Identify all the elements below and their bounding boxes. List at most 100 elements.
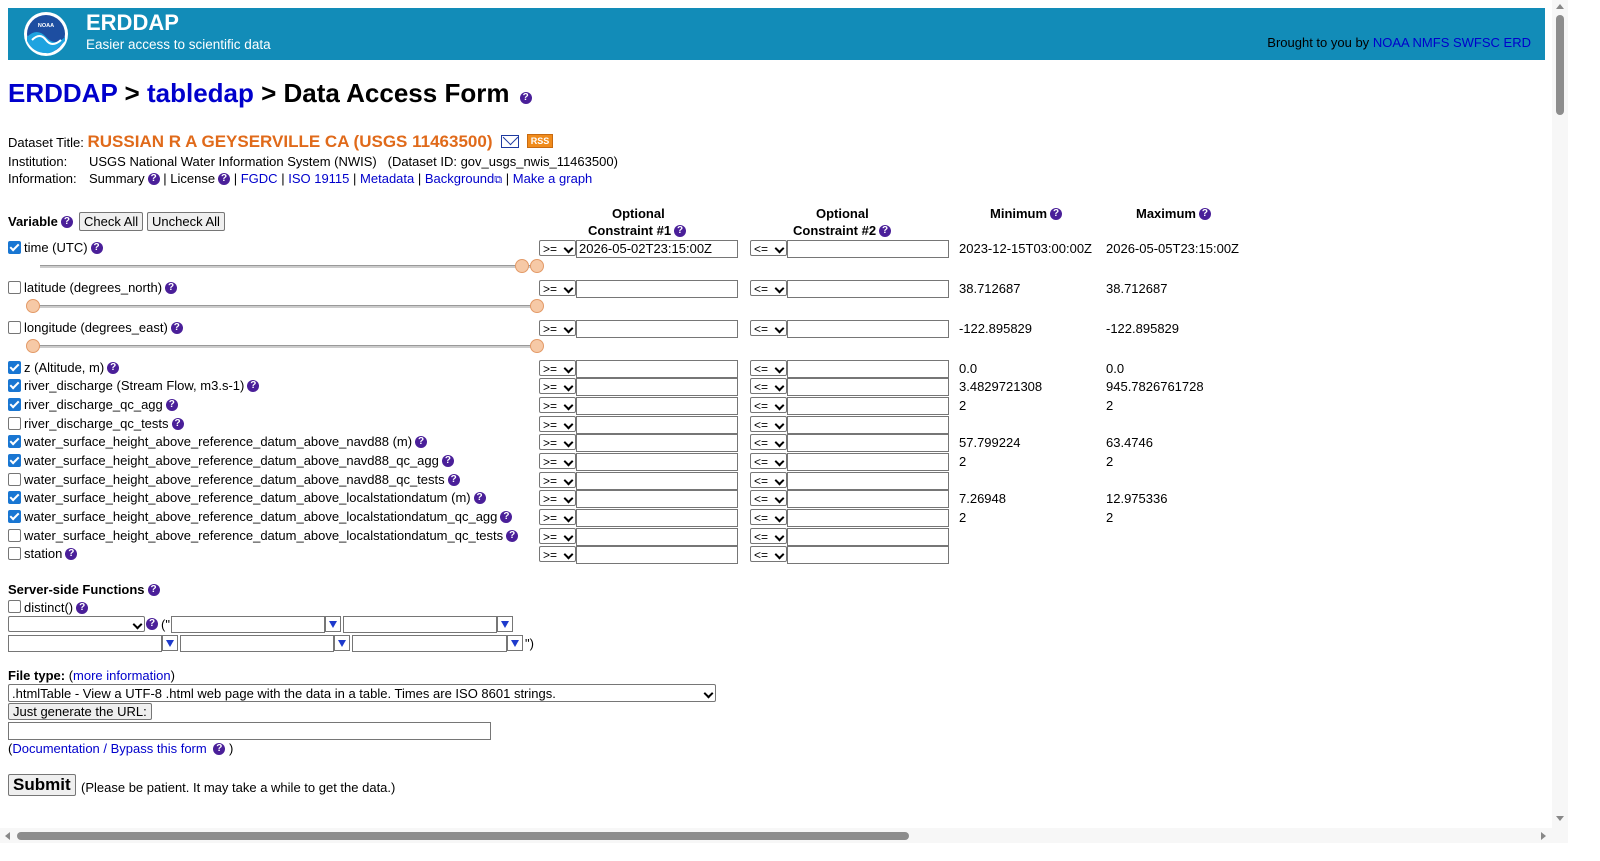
constraint2-input[interactable] [787,360,949,378]
orderby-var3-input[interactable] [8,635,162,652]
constraint2-input[interactable] [787,509,949,527]
metadata-link[interactable]: Metadata [360,171,414,186]
constraint1-operator-select[interactable]: >= [539,528,576,544]
orderby-select[interactable] [8,616,145,632]
constraint1-input[interactable] [576,509,738,527]
constraint2-operator-select[interactable]: <= [750,397,787,413]
fgdc-link[interactable]: FGDC [241,171,278,186]
latitude-slider-handle-min[interactable] [26,299,40,313]
constraint1-operator-select[interactable]: >= [539,320,576,336]
check-all-button[interactable]: Check All [79,212,144,231]
variable-checkbox[interactable] [8,379,21,392]
variable-checkbox[interactable] [8,241,21,254]
variable-help-icon[interactable]: ? [441,455,454,467]
variable-checkbox[interactable] [8,491,21,504]
orderby-var4-dropdown[interactable] [334,635,350,651]
variable-help-icon[interactable]: ? [473,492,486,504]
constraint2-input[interactable] [787,240,949,258]
breadcrumb-tabledap[interactable]: tabledap [147,78,254,108]
constraint2-input[interactable] [787,546,949,564]
variable-checkbox[interactable] [8,417,21,430]
constraint1-operator-select[interactable]: >= [539,360,576,376]
constraint2-operator-select[interactable]: <= [750,378,787,394]
uncheck-all-button[interactable]: Uncheck All [147,212,225,231]
help-icon[interactable]: ? [519,92,532,104]
constraint1-operator-select[interactable]: >= [539,472,576,488]
scroll-down-icon[interactable] [1556,816,1564,821]
noaa-logo[interactable]: NOAA [23,11,69,57]
constraint2-input[interactable] [787,280,949,298]
iso-link[interactable]: ISO 19115 [288,171,349,186]
constraint1-input[interactable] [576,360,738,378]
orderby-var1-dropdown[interactable] [325,616,341,632]
time-slider-track[interactable] [40,265,537,268]
documentation-link[interactable]: Documentation / Bypass this form [12,741,206,756]
orderby-help-icon[interactable]: ? [146,618,158,630]
constraint1-operator-select[interactable]: >= [539,240,576,256]
constraint1-operator-select[interactable]: >= [539,509,576,525]
variable-help-icon[interactable]: ? [171,418,184,430]
variable-checkbox[interactable] [8,281,21,294]
variable-checkbox[interactable] [8,547,21,560]
constraint2-operator-select[interactable]: <= [750,490,787,506]
constraint2-operator-select[interactable]: <= [750,509,787,525]
constraint1-operator-select[interactable]: >= [539,546,576,562]
constraint1-input[interactable] [576,472,738,490]
constraint1-operator-select[interactable]: >= [539,434,576,450]
variable-help-icon[interactable]: ? [165,399,178,411]
vertical-scrollbar[interactable] [1552,0,1568,843]
constraint1-operator-select[interactable]: >= [539,453,576,469]
variable-help-icon[interactable]: ? [65,548,78,560]
variable-help-icon[interactable]: ? [170,322,183,334]
constraint1-operator-select[interactable]: >= [539,397,576,413]
longitude-slider-handle-max[interactable] [530,339,544,353]
minimum-help-icon[interactable]: ? [1050,208,1063,220]
distinct-checkbox[interactable] [8,600,21,613]
constraint2-input[interactable] [787,490,949,508]
constraint2-operator-select[interactable]: <= [750,360,787,376]
constraint2-input[interactable] [787,416,949,434]
more-information-link[interactable]: more information [73,668,171,683]
orderby-var4-input[interactable] [180,635,334,652]
submit-button[interactable]: Submit [8,774,76,796]
constraint2-operator-select[interactable]: <= [750,546,787,562]
constraint1-input[interactable] [576,528,738,546]
orderby-var5-dropdown[interactable] [507,635,523,651]
license-help-icon[interactable]: ? [218,173,231,185]
variable-checkbox[interactable] [8,398,21,411]
constraint1-operator-select[interactable]: >= [539,280,576,296]
generated-url-field[interactable] [8,722,491,740]
constraint1-input[interactable] [576,280,738,298]
constraint1-input[interactable] [576,320,738,338]
scroll-up-icon[interactable] [1556,4,1564,9]
constraint2-input[interactable] [787,528,949,546]
variable-help-icon[interactable]: ? [500,511,513,523]
orderby-var5-input[interactable] [352,635,507,652]
constraint1-operator-select[interactable]: >= [539,490,576,506]
orderby-var3-dropdown[interactable] [162,635,178,651]
variable-help-icon[interactable]: ? [247,380,260,392]
constraint1-input[interactable] [576,434,738,452]
constraint2-help-icon[interactable]: ? [879,225,892,237]
summary-help-icon[interactable]: ? [147,173,160,185]
vertical-scroll-thumb[interactable] [1556,15,1564,115]
constraint2-operator-select[interactable]: <= [750,240,787,256]
constraint1-input[interactable] [576,490,738,508]
email-icon[interactable] [501,135,520,148]
latitude-slider-handle-max[interactable] [530,299,544,313]
documentation-help-icon[interactable]: ? [213,743,226,755]
variable-help-icon[interactable]: ? [90,242,103,254]
constraint2-operator-select[interactable]: <= [750,472,787,488]
time-slider-handle-min[interactable] [515,259,529,273]
constraint2-operator-select[interactable]: <= [750,434,787,450]
constraint1-input[interactable]: 2026-05-02T23:15:00Z [576,240,738,258]
orderby-var2-input[interactable] [343,616,497,633]
scroll-right-icon[interactable] [1541,832,1546,840]
constraint2-input[interactable] [787,434,949,452]
constraint1-help-icon[interactable]: ? [674,225,687,237]
variable-checkbox[interactable] [8,435,21,448]
orderby-var2-dropdown[interactable] [497,616,513,632]
maximum-help-icon[interactable]: ? [1198,208,1211,220]
horizontal-scroll-thumb[interactable] [17,832,909,840]
constraint2-input[interactable] [787,453,949,471]
